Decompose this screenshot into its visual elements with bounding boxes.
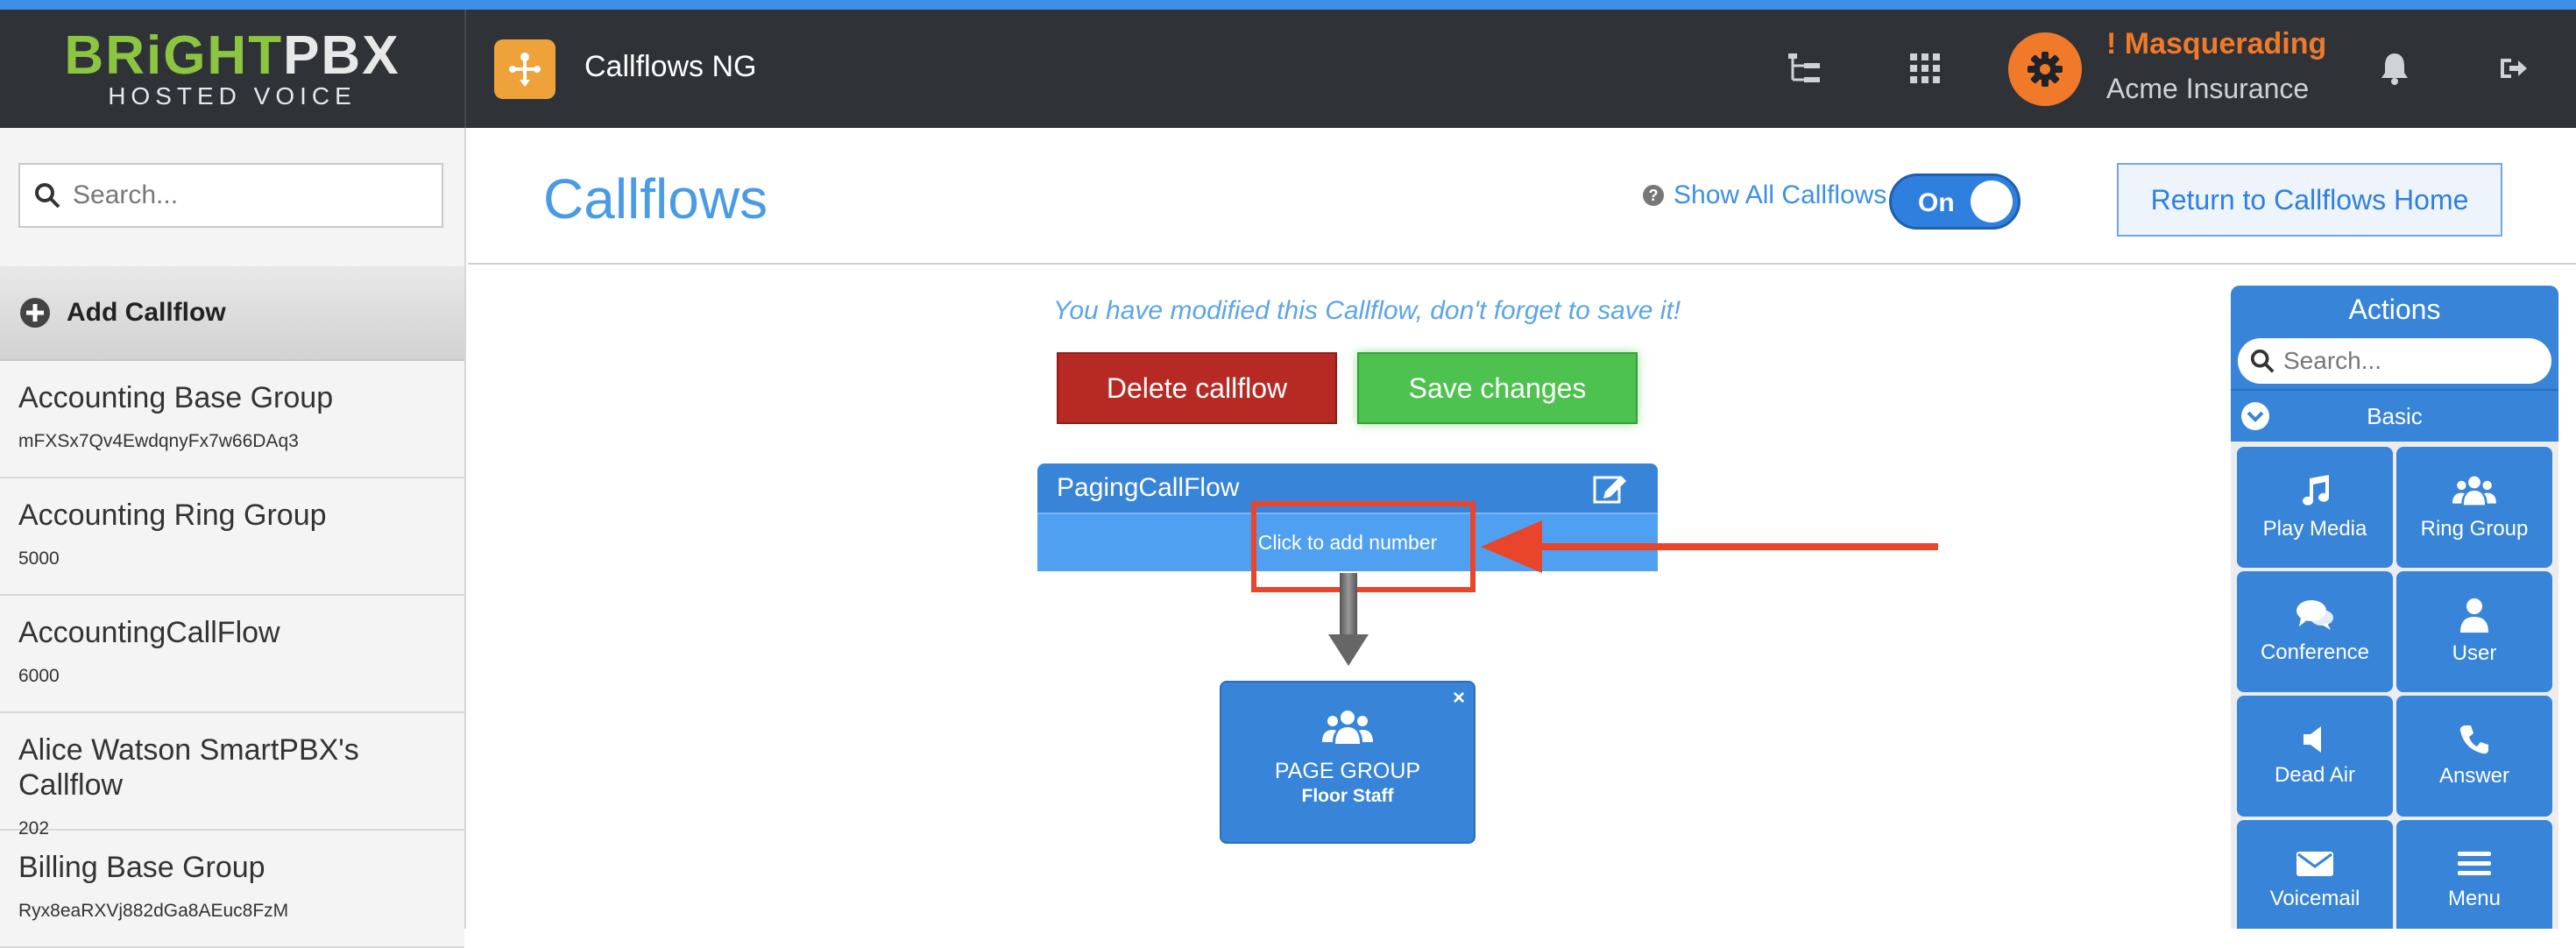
logo-wordmark: BRiGHTPBX bbox=[64, 25, 400, 86]
users-icon bbox=[2452, 476, 2496, 506]
callflow-item-name: Accounting Base Group bbox=[18, 381, 334, 414]
actions-title: Actions bbox=[2231, 286, 2558, 333]
callflow-sidebar: Add Callflow Accounting Base Group mFXSx… bbox=[0, 128, 466, 948]
action-menu[interactable]: Menu bbox=[2396, 820, 2552, 929]
modified-notice: You have modified this Callflow, don't f… bbox=[1053, 296, 1681, 325]
category-basic[interactable]: Basic bbox=[2231, 389, 2558, 442]
action-dead-air[interactable]: Dead Air bbox=[2237, 696, 2393, 817]
callflow-list-item[interactable]: Accounting Base Group mFXSx7Qv4EwdqnyFx7… bbox=[0, 361, 464, 478]
toggle-state-label: On bbox=[1918, 188, 1955, 217]
app-title: Callflows NG bbox=[584, 50, 757, 83]
callflow-item-number: 5000 bbox=[18, 548, 60, 569]
actions-panel: Actions Basic Play Media bbox=[2231, 286, 2558, 929]
page-title: Callflows bbox=[543, 167, 768, 230]
action-voicemail[interactable]: Voicemail bbox=[2237, 820, 2393, 929]
envelope-icon bbox=[2296, 852, 2333, 876]
sidebar-search-input[interactable] bbox=[73, 180, 423, 210]
music-icon bbox=[2303, 475, 2329, 506]
callflow-item-name: Billing Base Group bbox=[18, 851, 265, 884]
callflow-list-item[interactable]: Alice Watson SmartPBX's Callflow 202 bbox=[0, 713, 464, 838]
callflow-list-item[interactable]: AccountingCallFlow 6000 bbox=[0, 596, 464, 713]
action-ring-group[interactable]: Ring Group bbox=[2396, 447, 2552, 568]
save-changes-button[interactable]: Save changes bbox=[1357, 352, 1638, 424]
callflow-item-number: 6000 bbox=[18, 666, 60, 686]
show-all-label: Show All Callflows bbox=[1674, 180, 1887, 209]
callflow-item-name: Accounting Ring Group bbox=[18, 499, 327, 532]
chevron-down-icon bbox=[2241, 402, 2269, 430]
account-gear-icon[interactable] bbox=[2008, 32, 2082, 106]
comments-icon bbox=[2296, 600, 2333, 630]
delete-callflow-button[interactable]: Delete callflow bbox=[1057, 352, 1337, 424]
actions-search-input[interactable] bbox=[2283, 347, 2529, 375]
category-label: Basic bbox=[2367, 402, 2423, 429]
tree-structure-icon[interactable] bbox=[1784, 48, 1824, 88]
return-to-home-button[interactable]: Return to Callflows Home bbox=[2117, 163, 2502, 237]
callflow-item-number: mFXSx7Qv4EwdqnyFx7w66DAq3 bbox=[18, 431, 299, 451]
callflow-item-name: Alice Watson SmartPBX's Callflow bbox=[18, 733, 359, 802]
page-group-title: PAGE GROUP bbox=[1274, 759, 1421, 783]
action-tiles: Play Media Ring Group Conference User De… bbox=[2231, 442, 2558, 929]
add-callflow-button[interactable]: Add Callflow bbox=[0, 266, 464, 361]
callflow-list-item[interactable]: Accounting Ring Group 5000 bbox=[0, 478, 464, 596]
annotation-arrow-icon bbox=[1481, 520, 1938, 573]
content-header: Callflows ? Show All Callflows On Return… bbox=[468, 128, 2576, 265]
page-group-subtitle: Floor Staff bbox=[1301, 786, 1394, 806]
users-icon bbox=[1221, 709, 1474, 750]
account-name[interactable]: Acme Insurance bbox=[2106, 73, 2309, 105]
action-user[interactable]: User bbox=[2396, 571, 2552, 692]
action-conference[interactable]: Conference bbox=[2237, 571, 2393, 692]
brand-logo[interactable]: BRiGHTPBX HOSTED VOICE bbox=[0, 10, 466, 128]
phone-icon bbox=[2459, 725, 2488, 754]
action-answer[interactable]: Answer bbox=[2396, 696, 2552, 817]
callflow-app-icon[interactable] bbox=[494, 39, 556, 99]
logout-icon[interactable] bbox=[2494, 48, 2534, 88]
add-callflow-label: Add Callflow bbox=[67, 298, 226, 327]
svg-text:?: ? bbox=[1649, 187, 1659, 204]
menu-icon bbox=[2458, 852, 2491, 875]
app-grid-icon[interactable] bbox=[1905, 48, 1945, 88]
callflow-name: PagingCallFlow bbox=[1057, 473, 1240, 502]
search-icon bbox=[2250, 349, 2275, 373]
actions-search bbox=[2231, 333, 2558, 389]
top-accent-stripe bbox=[0, 0, 2576, 10]
plus-circle-icon bbox=[20, 298, 50, 328]
top-navbar: BRiGHTPBX HOSTED VOICE Callflows NG ! Ma… bbox=[0, 10, 2576, 128]
masquerading-label: ! Masquerading bbox=[2106, 27, 2327, 60]
page-group-node[interactable]: × PAGE GROUP Floor Staff bbox=[1220, 681, 1476, 844]
close-icon[interactable]: × bbox=[1453, 686, 1465, 711]
callflow-item-name: AccountingCallFlow bbox=[18, 616, 280, 649]
action-play-media[interactable]: Play Media bbox=[2237, 447, 2393, 568]
sidebar-search[interactable] bbox=[18, 163, 443, 228]
speaker-icon bbox=[2304, 726, 2321, 753]
logo-subtitle: HOSTED VOICE bbox=[108, 81, 357, 110]
search-icon bbox=[35, 183, 60, 209]
show-all-callflows[interactable]: ? Show All Callflows bbox=[1642, 180, 1886, 210]
user-icon bbox=[2460, 598, 2488, 633]
show-all-toggle[interactable]: On bbox=[1889, 173, 2020, 230]
edit-icon[interactable] bbox=[1593, 472, 1628, 504]
toggle-knob bbox=[1971, 180, 2013, 223]
actions-search-box[interactable] bbox=[2238, 338, 2551, 384]
callflow-list: Accounting Base Group mFXSx7Qv4EwdqnyFx7… bbox=[0, 361, 464, 948]
help-icon: ? bbox=[1643, 185, 1664, 206]
bell-icon[interactable] bbox=[2374, 48, 2415, 88]
callflow-item-number: Ryx8eaRXVj882dGa8AEuc8FzM bbox=[18, 901, 289, 921]
callflow-list-item[interactable]: Billing Base Group Ryx8eaRXVj882dGa8AEuc… bbox=[0, 831, 464, 948]
flow-connector-arrow bbox=[1328, 573, 1369, 666]
